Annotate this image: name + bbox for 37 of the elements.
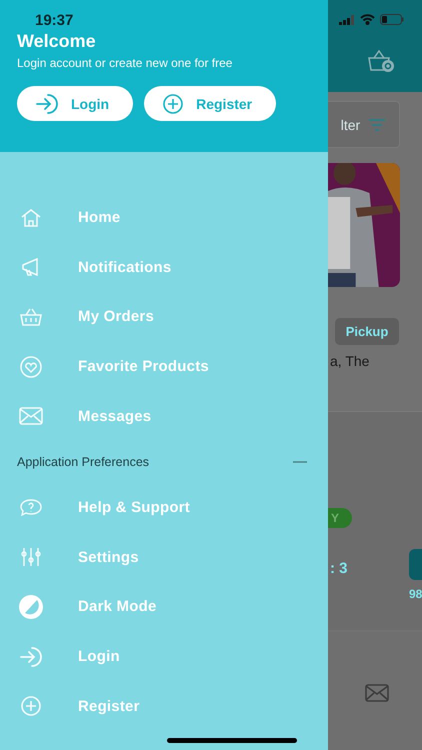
contrast-icon [18,594,44,620]
basket-icon[interactable] [366,48,396,74]
envelope-icon[interactable] [365,684,389,702]
menu-item[interactable]: Home [0,193,328,243]
menu-item[interactable]: Dark Mode [0,582,328,632]
menu-item[interactable]: Notifications [0,242,328,292]
battery-icon [380,14,404,25]
wifi-icon [360,14,375,25]
sliders-icon [20,546,42,568]
pickup-tag: Pickup [335,318,399,345]
price-text: 98 [409,587,422,601]
menu-item[interactable]: My Orders [0,292,328,342]
menu-item[interactable]: Login [0,632,328,682]
product-text: a, The [330,353,370,369]
welcome-subtitle: Login account or create new one for free [17,56,232,70]
count-text: : 3 [330,560,348,577]
login-button[interactable]: Login [17,86,134,121]
envelope-icon [19,407,43,426]
menu-item[interactable]: Messages [0,391,328,441]
menu-item[interactable]: Favorite Products [0,342,328,392]
login-icon [19,646,43,668]
register-button[interactable]: Register [144,86,276,121]
welcome-title: Welcome [17,31,96,52]
basket-icon [19,306,43,327]
question-bubble-icon [19,498,43,518]
filter-label: lter [340,116,360,132]
section-title: Application Preferences [17,454,150,469]
login-icon [35,92,59,114]
menu-item[interactable]: Register [0,681,328,731]
signal-icon [339,14,355,24]
filter-icon [368,118,386,130]
filter-button[interactable]: lter [328,101,400,148]
home-icon [20,208,42,228]
menu-item[interactable]: Settings [0,532,328,582]
plus-circle-icon [20,695,42,718]
status-time: 19:37 [35,12,74,29]
plus-circle-icon [162,92,184,114]
